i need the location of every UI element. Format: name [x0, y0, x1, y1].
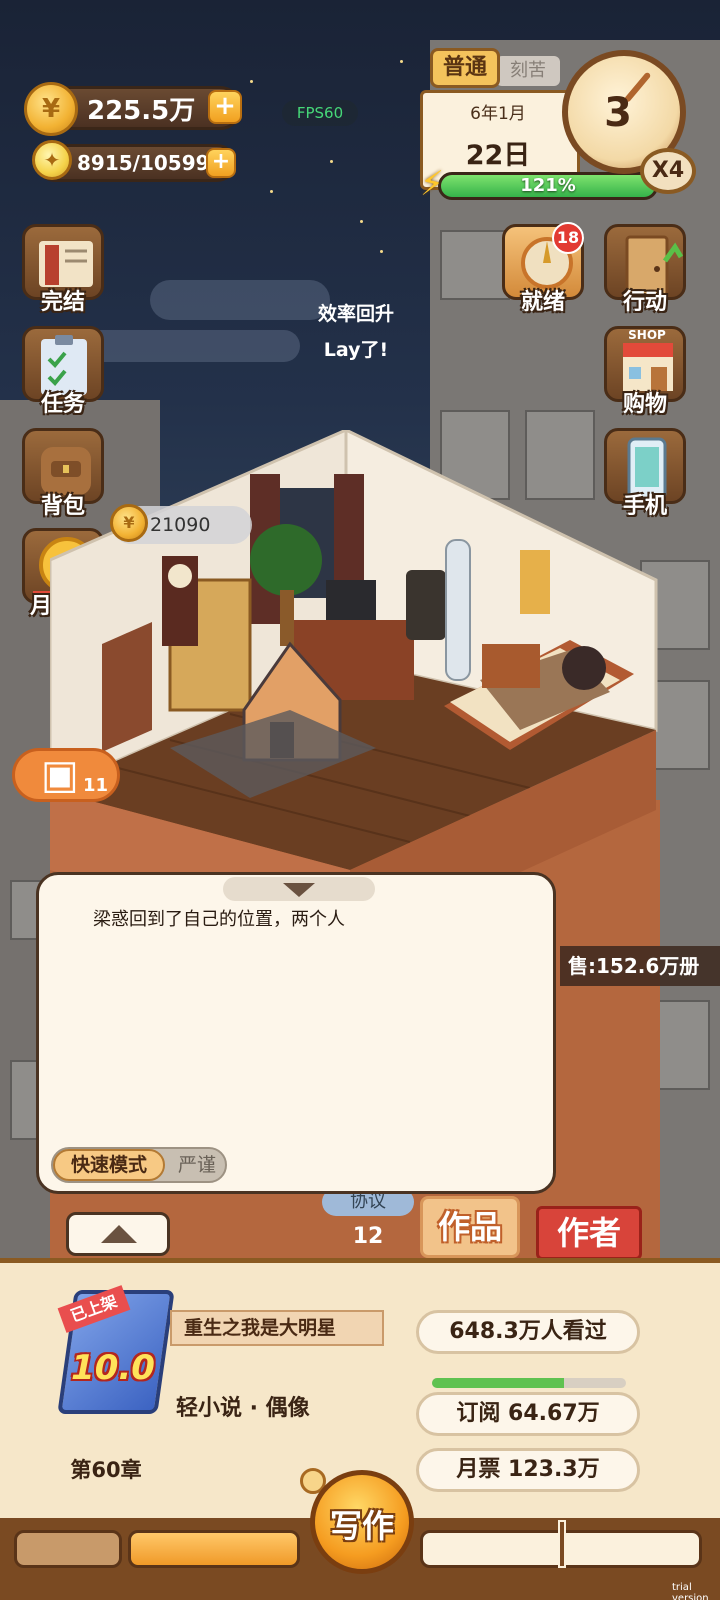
lightbulb-icon: ✦	[32, 140, 72, 180]
sales-count: 售:152.6万册	[560, 946, 720, 986]
dialog-collapse-handle[interactable]	[223, 877, 375, 901]
views-stat: 648.3万人看过	[416, 1310, 640, 1354]
tab-agreement-count: 12	[352, 1224, 384, 1249]
floating-status-text: 效率回升 Lay了!	[296, 296, 416, 368]
views-progress-fill	[432, 1378, 564, 1388]
treasure-chest-button[interactable]: ▣ 11	[12, 748, 120, 802]
book-chapter: 第60章	[70, 1458, 142, 1482]
chevron-up-icon	[101, 1225, 137, 1243]
write-button-label: 写作	[329, 1507, 394, 1545]
book-score: 10.0	[71, 1348, 155, 1388]
add-energy-button[interactable]: +	[206, 148, 236, 178]
tab-works[interactable]: 作品	[420, 1196, 520, 1258]
date-month: 6年1月	[470, 104, 526, 124]
menu-finished-button[interactable]: 完结	[18, 224, 108, 320]
bottom-slot-left[interactable]	[14, 1530, 122, 1568]
menu-finished-label: 完结	[40, 290, 85, 315]
menu-tasks-button[interactable]: 任务	[18, 326, 108, 422]
chest-count: 11	[83, 775, 109, 796]
floating-text-line2: Lay了!	[323, 339, 389, 361]
room-coin-count: 21090	[150, 514, 211, 536]
chevron-down-icon	[283, 883, 315, 897]
quality-slider-marker[interactable]	[558, 1520, 566, 1568]
coin-icon: ¥	[24, 82, 78, 136]
mode-strict-button[interactable]: 严谨	[169, 1149, 225, 1181]
writing-progress-bar	[128, 1530, 300, 1568]
menu-tasks-label: 任务	[40, 392, 85, 417]
efficiency-value: 121%	[520, 175, 576, 196]
menu-shop-label: 购物	[622, 392, 667, 417]
coin-icon: ¥	[110, 504, 148, 542]
book-genre: 轻小说 · 偶像	[176, 1396, 310, 1421]
menu-ready-label: 就绪	[520, 290, 565, 315]
mode-tab-hard[interactable]: 刻苦	[496, 56, 560, 86]
floating-text-line1: 效率回升	[317, 303, 394, 325]
dialog-text: 梁惑回到了自己的位置，两个人	[93, 909, 345, 930]
treasure-chest-icon: ▣	[41, 752, 79, 798]
story-dialog[interactable]: 梁惑回到了自己的位置，两个人 快速模式 严谨	[36, 872, 556, 1194]
views-progress-bar	[432, 1378, 626, 1388]
dialog-expand-button[interactable]	[66, 1212, 170, 1256]
book-cover[interactable]: 已上架 10.0	[54, 1285, 175, 1414]
write-button[interactable]: 写作	[310, 1470, 414, 1574]
fps-counter: FPS60	[282, 100, 358, 126]
menu-action-button[interactable]: 行动	[600, 224, 690, 320]
efficiency-bar: 121%	[438, 172, 658, 200]
clock-number: 3	[604, 90, 632, 136]
trial-watermark: trial version	[672, 1582, 709, 1600]
add-money-button[interactable]: +	[208, 90, 242, 124]
menu-action-label: 行动	[622, 290, 667, 315]
lightning-icon[interactable]: ⚡	[420, 164, 460, 206]
writing-mode-toggle[interactable]: 快速模式 严谨	[51, 1147, 227, 1183]
menu-shop-button[interactable]: SHOP 购物	[600, 326, 690, 422]
mode-tab-normal[interactable]: 普通	[430, 48, 500, 88]
menu-ready-button[interactable]: 18 就绪	[498, 222, 588, 320]
monthly-ticket-stat: 月票 123.3万	[416, 1448, 640, 1492]
shop-sign: SHOP	[628, 328, 666, 342]
book-title: 重生之我是大明星	[170, 1310, 384, 1346]
subscribe-stat: 订阅 64.67万	[416, 1392, 640, 1436]
room-coin-bubble[interactable]: ¥ 21090	[110, 504, 252, 544]
tab-agreement[interactable]: 协议 12	[322, 1188, 414, 1258]
tab-author[interactable]: 作者	[536, 1206, 642, 1260]
mode-fast-button[interactable]: 快速模式	[53, 1149, 165, 1181]
energy-value: 8915/10599	[77, 151, 210, 175]
ready-count-badge: 18	[552, 222, 584, 254]
speed-multiplier-button[interactable]: X4	[640, 148, 696, 194]
money-value: 225.5万	[87, 95, 196, 126]
